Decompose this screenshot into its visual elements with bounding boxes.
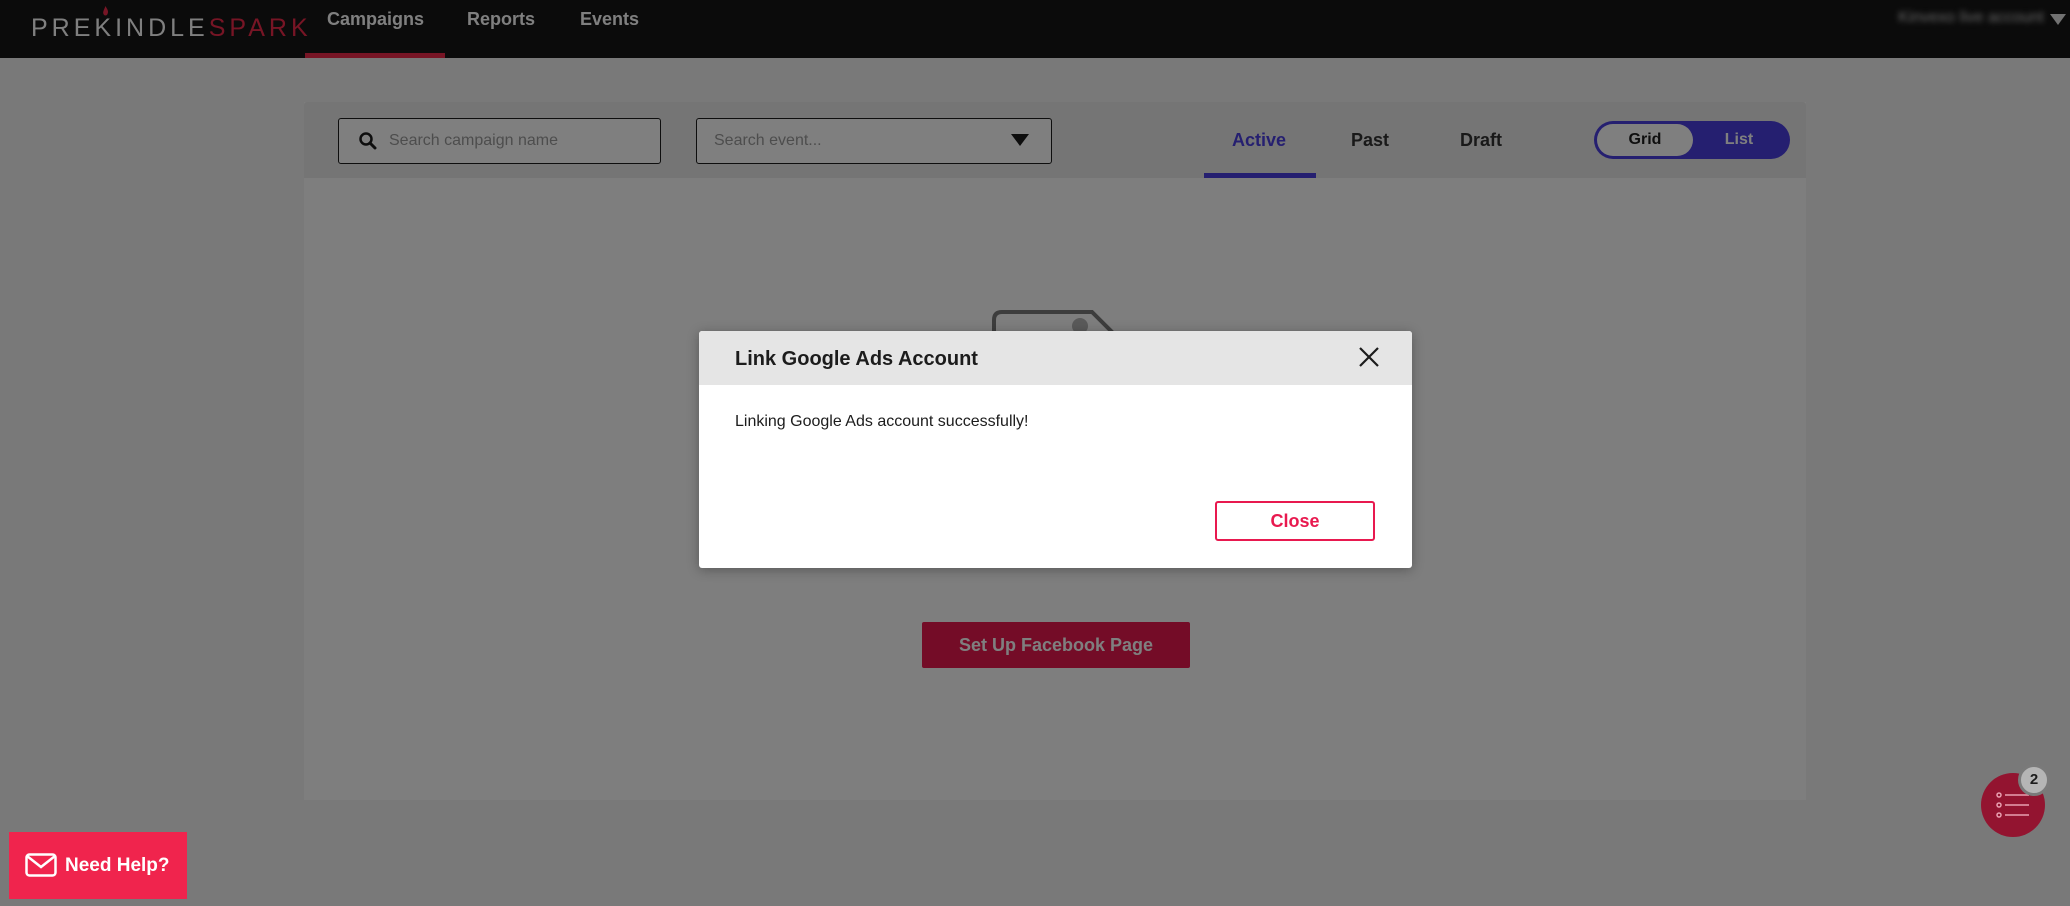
need-help-button[interactable]: Need Help? (9, 832, 187, 899)
dialog-title: Link Google Ads Account (735, 348, 978, 370)
link-google-ads-dialog: Link Google Ads Account Linking Google A… (699, 331, 1412, 568)
dialog-header: Link Google Ads Account (699, 331, 1412, 385)
dialog-message: Linking Google Ads account successfully! (735, 413, 1029, 430)
checklist-icon (1996, 792, 2029, 818)
checklist-badge: 2 (2018, 764, 2050, 796)
mail-icon (25, 853, 57, 877)
need-help-label: Need Help? (65, 854, 170, 876)
close-icon[interactable] (1356, 344, 1382, 370)
dialog-close-button[interactable]: Close (1215, 501, 1375, 541)
